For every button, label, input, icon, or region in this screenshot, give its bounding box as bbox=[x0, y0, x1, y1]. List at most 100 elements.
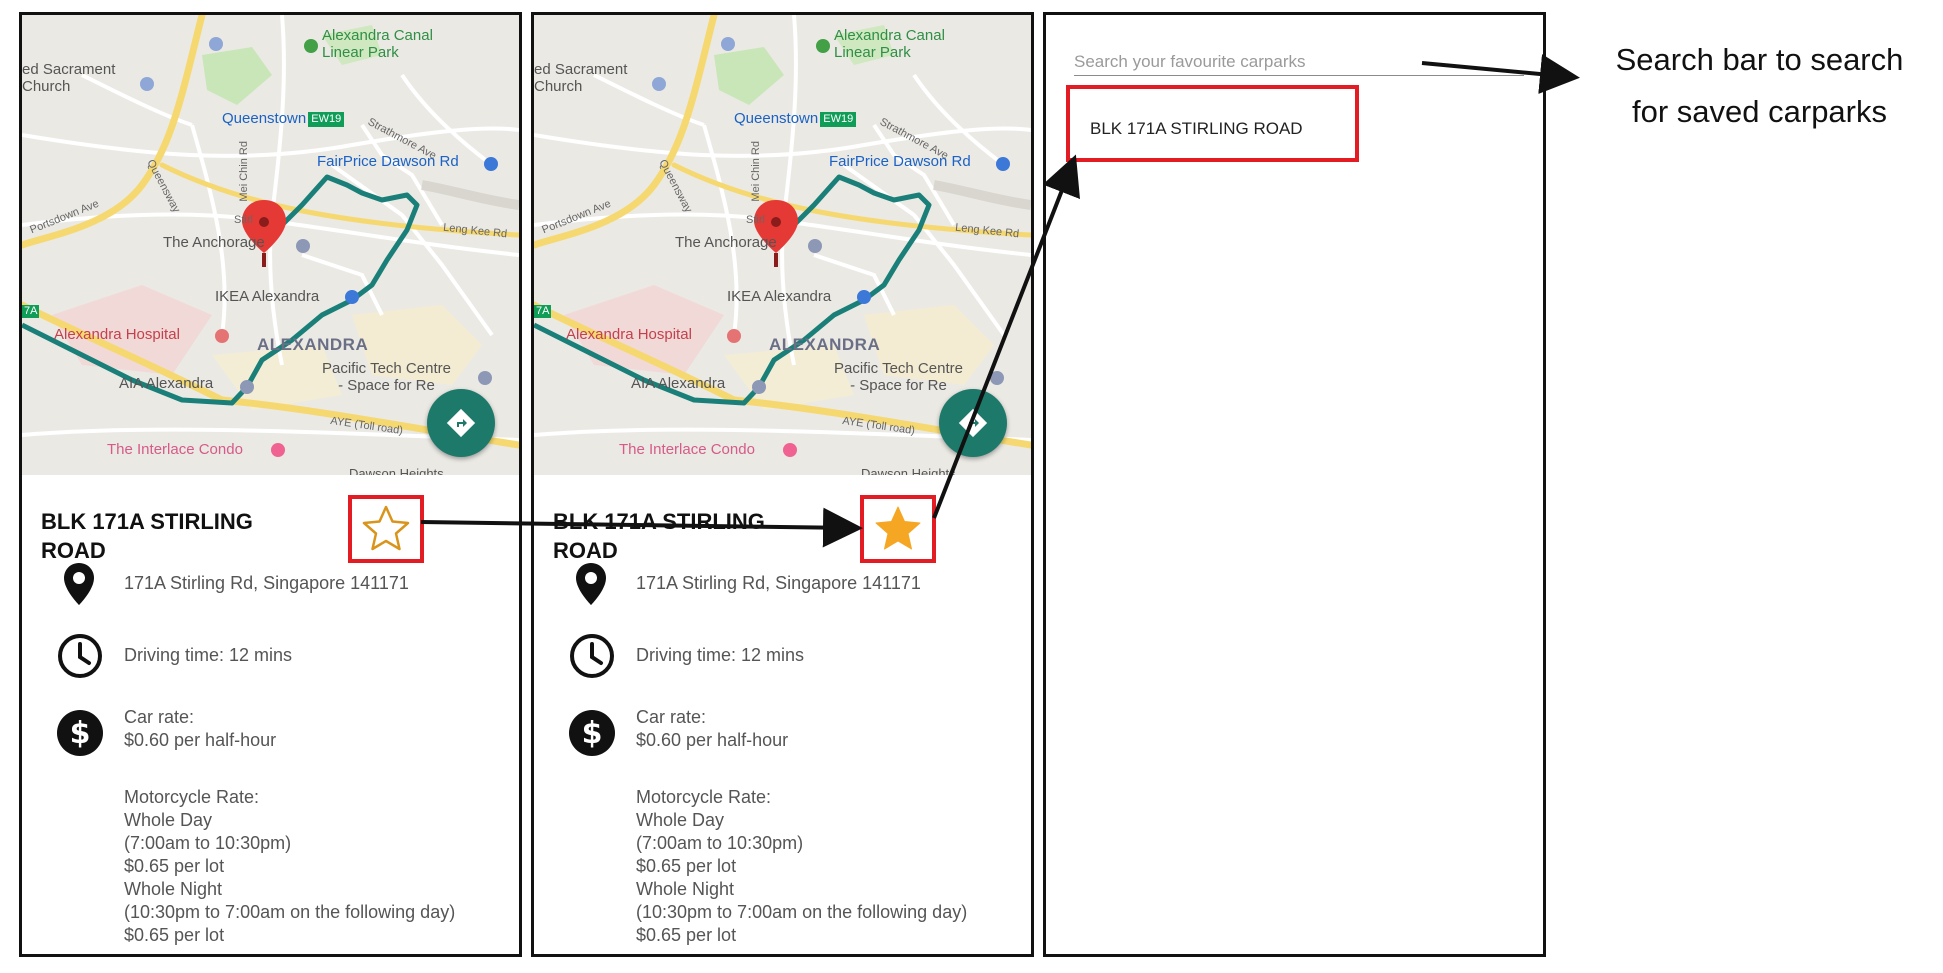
shop-marker-icon bbox=[996, 157, 1010, 171]
moto-rate-line: Whole Day bbox=[124, 810, 213, 830]
directions-icon bbox=[446, 408, 476, 438]
motorcycle-rate-block: Motorcycle Rate: Whole Day (7:00am to 10… bbox=[534, 786, 1031, 954]
carpark-screen-before: ed Sacrament Church Alexandra Canal Line… bbox=[19, 12, 522, 957]
route-map[interactable]: ed Sacrament Church Alexandra Canal Line… bbox=[22, 15, 519, 475]
directions-icon bbox=[958, 408, 988, 438]
church-pin-icon bbox=[652, 77, 666, 91]
park-marker-icon bbox=[304, 39, 318, 53]
moto-rate-line: Motorcycle Rate: bbox=[124, 787, 260, 807]
pacific-marker-icon bbox=[990, 371, 1004, 385]
park-marker-icon bbox=[816, 39, 830, 53]
favourite-toggle[interactable] bbox=[348, 495, 424, 563]
svg-text:$: $ bbox=[70, 716, 91, 751]
mrt-code-badge: EW19 bbox=[308, 112, 345, 127]
moto-rate-line: (7:00am to 10:30pm) bbox=[636, 833, 804, 853]
hospital-marker-icon bbox=[215, 329, 229, 343]
moto-rate-line: $0.65 per lot bbox=[636, 856, 737, 876]
favourite-toggle[interactable] bbox=[860, 495, 936, 563]
map-label-meichin: Mei Chin Rd bbox=[749, 141, 762, 202]
address-row: 171A Stirling Rd, Singapore 141171 bbox=[22, 555, 519, 605]
moto-rate-line: Motorcycle Rate: bbox=[636, 787, 772, 807]
map-label-alexandra: ALEXANDRA bbox=[257, 335, 369, 354]
map-label-canal: Alexandra Canal Linear Park bbox=[834, 27, 945, 62]
ikea-marker-icon bbox=[345, 290, 359, 304]
map-label-alexandra: ALEXANDRA bbox=[769, 335, 881, 354]
mrt-code-badge: EW19 bbox=[820, 112, 857, 127]
map-label-queenstown: Queenstown EW19 bbox=[222, 110, 345, 127]
moto-rate-line: (10:30pm to 7:00am on the following day) bbox=[124, 902, 456, 922]
map-label-church: ed Sacrament Church bbox=[534, 61, 628, 96]
moto-rate-line: $0.65 per lot bbox=[636, 925, 737, 945]
navigate-button[interactable] bbox=[427, 389, 495, 457]
condo-marker-icon bbox=[271, 443, 285, 457]
carpark-details: BLK 171A STIRLING ROAD 171A Stirling Rd,… bbox=[534, 475, 1031, 954]
church-marker-icon bbox=[209, 37, 223, 51]
car-rate-value: $0.60 per half-hour bbox=[124, 730, 277, 750]
map-label-dawson-heights: Dawson Heights bbox=[861, 466, 956, 475]
carpark-address: 171A Stirling Rd, Singapore 141171 bbox=[124, 573, 409, 593]
route-map[interactable]: ed Sacrament Church Alexandra Canal Line… bbox=[534, 15, 1031, 475]
moto-rate-line: $0.65 per lot bbox=[124, 925, 225, 945]
carpark-address: 171A Stirling Rd, Singapore 141171 bbox=[636, 573, 921, 593]
callout-annotation: Search bar to search for saved carparks bbox=[1576, 34, 1943, 138]
moto-rate-line: $0.65 per lot bbox=[124, 856, 225, 876]
map-label-anchorage: The Anchorage bbox=[675, 234, 777, 251]
location-pin-icon bbox=[576, 563, 606, 605]
dollar-icon: $ bbox=[57, 710, 103, 756]
moto-rate-line: Whole Night bbox=[124, 879, 223, 899]
dollar-icon: $ bbox=[569, 710, 615, 756]
driving-time: Driving time: 12 mins bbox=[636, 645, 805, 665]
map-label-stirl: Stirl bbox=[234, 214, 253, 226]
map-label-anchorage: The Anchorage bbox=[163, 234, 265, 251]
carpark-screen-after: ed Sacrament Church Alexandra Canal Line… bbox=[531, 12, 1034, 957]
map-label-7a: 7A bbox=[534, 305, 552, 318]
map-label-interlace: The Interlace Condo bbox=[107, 441, 243, 458]
pacific-marker-icon bbox=[478, 371, 492, 385]
navigate-button[interactable] bbox=[939, 389, 1007, 457]
map-label-dawson-heights: Dawson Heights bbox=[349, 466, 444, 475]
car-rate-row: $ Car rate: $0.60 per half-hour bbox=[534, 703, 1031, 763]
clock-icon bbox=[58, 634, 102, 678]
anchorage-marker-icon bbox=[296, 239, 310, 253]
ikea-marker-icon bbox=[857, 290, 871, 304]
map-label-hospital: Alexandra Hospital bbox=[54, 326, 180, 343]
star-outline-icon bbox=[362, 505, 410, 551]
motorcycle-rate-block: Motorcycle Rate: Whole Day (7:00am to 10… bbox=[22, 786, 519, 954]
map-label-aia: AIA Alexandra bbox=[119, 375, 214, 392]
aia-marker-icon bbox=[752, 380, 766, 394]
svg-text:$: $ bbox=[582, 716, 603, 751]
moto-rate-line: Whole Night bbox=[636, 879, 735, 899]
map-label-church: ed Sacrament Church bbox=[22, 61, 116, 96]
hospital-marker-icon bbox=[727, 329, 741, 343]
map-label-canal: Alexandra Canal Linear Park bbox=[322, 27, 433, 62]
map-label-7a: 7A bbox=[22, 305, 40, 318]
carpark-details: BLK 171A STIRLING ROAD 171A Stirling Rd,… bbox=[22, 475, 519, 954]
map-label-fairprice: FairPrice Dawson Rd bbox=[317, 153, 459, 170]
map-label-aia: AIA Alexandra bbox=[631, 375, 726, 392]
map-label-stirl: Stirl bbox=[746, 214, 765, 226]
clock-icon bbox=[570, 634, 614, 678]
condo-marker-icon bbox=[783, 443, 797, 457]
favourites-search-input[interactable]: Search your favourite carparks bbox=[1074, 49, 1524, 76]
moto-rate-line: (7:00am to 10:30pm) bbox=[124, 833, 292, 853]
car-rate-label: Car rate: bbox=[124, 707, 195, 727]
map-label-fairprice: FairPrice Dawson Rd bbox=[829, 153, 971, 170]
shop-marker-icon bbox=[484, 157, 498, 171]
callout-line: for saved carparks bbox=[1632, 94, 1887, 129]
star-filled-icon bbox=[875, 506, 921, 550]
car-rate-value: $0.60 per half-hour bbox=[636, 730, 789, 750]
church-pin-icon bbox=[140, 77, 154, 91]
map-label-interlace: The Interlace Condo bbox=[619, 441, 755, 458]
moto-rate-line: Whole Day bbox=[636, 810, 725, 830]
map-label-ikea: IKEA Alexandra bbox=[727, 288, 832, 305]
aia-marker-icon bbox=[240, 380, 254, 394]
address-row: 171A Stirling Rd, Singapore 141171 bbox=[534, 555, 1031, 605]
anchorage-marker-icon bbox=[808, 239, 822, 253]
favourite-result-item[interactable]: BLK 171A STIRLING ROAD bbox=[1090, 119, 1303, 139]
callout-line: Search bar to search bbox=[1615, 42, 1904, 77]
car-rate-label: Car rate: bbox=[636, 707, 707, 727]
favourites-screen: Search your favourite carparks BLK 171A … bbox=[1043, 12, 1546, 957]
church-marker-icon bbox=[721, 37, 735, 51]
car-rate-row: $ Car rate: $0.60 per half-hour bbox=[22, 703, 519, 763]
moto-rate-line: (10:30pm to 7:00am on the following day) bbox=[636, 902, 968, 922]
